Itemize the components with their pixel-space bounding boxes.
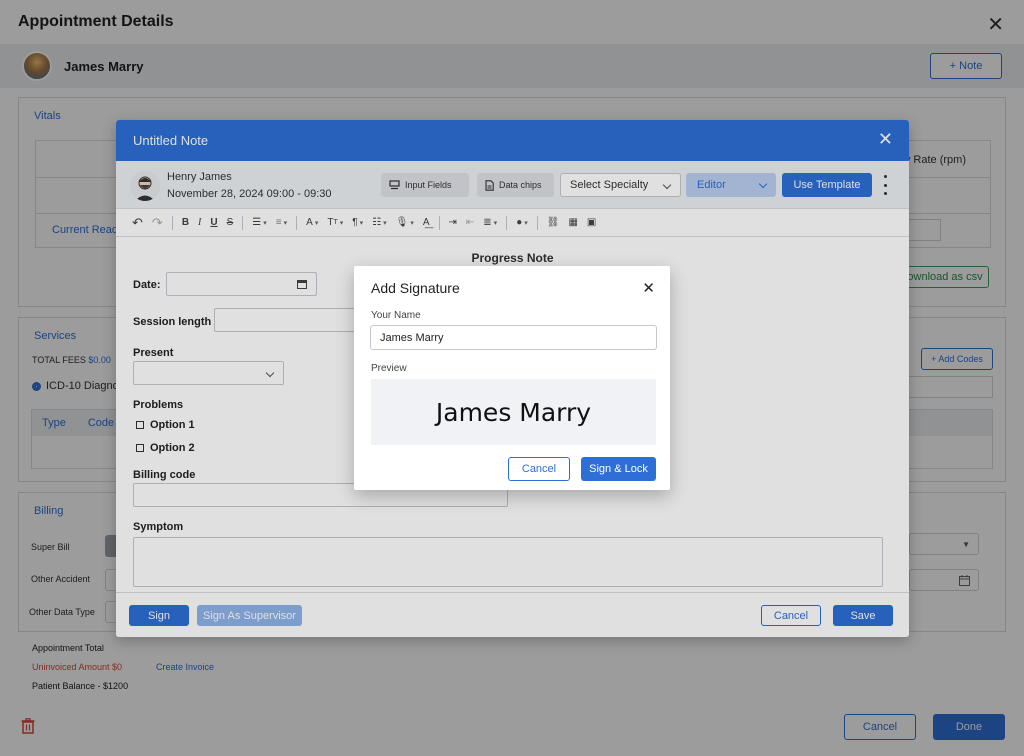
close-icon[interactable]: ✕ <box>642 279 655 297</box>
your-name-label: Your Name <box>371 310 421 321</box>
sign-and-lock-button[interactable]: Sign & Lock <box>581 457 656 481</box>
signature-cancel-button[interactable]: Cancel <box>508 457 570 481</box>
add-signature-dialog: Add Signature ✕ Your Name James Marry Pr… <box>354 266 670 490</box>
your-name-input[interactable]: James Marry <box>370 325 657 350</box>
signature-dialog-title: Add Signature <box>371 280 460 296</box>
preview-label: Preview <box>371 363 407 374</box>
signature-preview: James Marry <box>371 379 656 445</box>
